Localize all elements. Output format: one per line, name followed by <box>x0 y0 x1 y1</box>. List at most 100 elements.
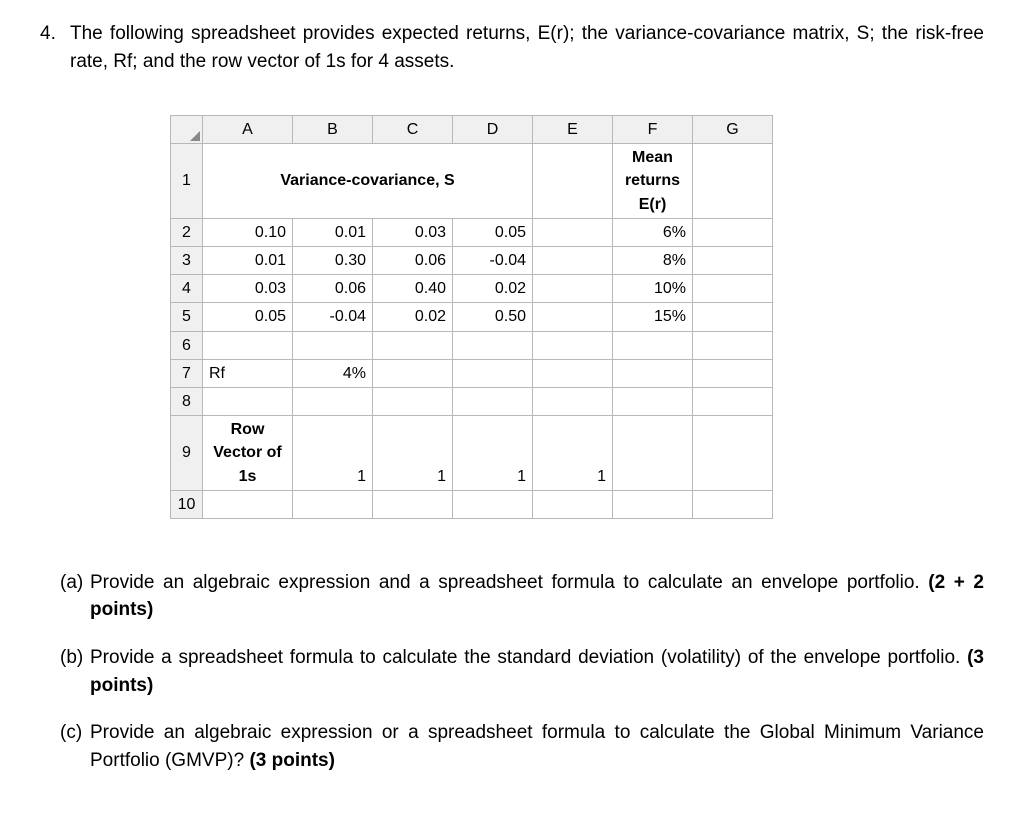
col-header-b: B <box>293 116 373 144</box>
cell-c4: 0.40 <box>373 275 453 303</box>
cell-c7 <box>373 359 453 387</box>
row-header-1: 1 <box>171 144 203 219</box>
cell-b5: -0.04 <box>293 303 373 331</box>
cell-e8 <box>533 387 613 415</box>
cell-c5: 0.02 <box>373 303 453 331</box>
cell-e7 <box>533 359 613 387</box>
row-header-6: 6 <box>171 331 203 359</box>
sub-question-b: (b) Provide a spreadsheet formula to cal… <box>60 644 984 699</box>
spreadsheet-table: A B C D E F G 1 Variance-covariance, S M… <box>170 115 773 519</box>
cell-c8 <box>373 387 453 415</box>
cell-e5 <box>533 303 613 331</box>
cell-a10 <box>203 490 293 518</box>
sub-label-b: (b) <box>60 644 90 672</box>
row-header-8: 8 <box>171 387 203 415</box>
cell-f8 <box>613 387 693 415</box>
cell-e6 <box>533 331 613 359</box>
row-header-2: 2 <box>171 218 203 246</box>
cell-g6 <box>693 331 773 359</box>
cell-d6 <box>453 331 533 359</box>
cell-d10 <box>453 490 533 518</box>
cell-g2 <box>693 218 773 246</box>
cell-d7 <box>453 359 533 387</box>
variance-header: Variance-covariance, S <box>203 144 533 219</box>
cell-d4: 0.02 <box>453 275 533 303</box>
cell-b6 <box>293 331 373 359</box>
cell-f7 <box>613 359 693 387</box>
cell-d3: -0.04 <box>453 247 533 275</box>
sub-text-b: Provide a spreadsheet formula to calcula… <box>90 644 984 699</box>
cell-b2: 0.01 <box>293 218 373 246</box>
table-row: 9 Row Vector of 1s 1 1 1 1 <box>171 416 773 491</box>
sub-label-c: (c) <box>60 719 90 747</box>
cell-d2: 0.05 <box>453 218 533 246</box>
cell-b3: 0.30 <box>293 247 373 275</box>
cell-e2 <box>533 218 613 246</box>
table-row: 7 Rf 4% <box>171 359 773 387</box>
cell-a9: Row Vector of 1s <box>203 416 293 491</box>
sub-question-a: (a) Provide an algebraic expression and … <box>60 569 984 624</box>
spreadsheet-container: A B C D E F G 1 Variance-covariance, S M… <box>170 115 984 519</box>
question-number: 4. <box>40 20 64 48</box>
row-vector-label-1: Row <box>231 421 265 438</box>
cell-a6 <box>203 331 293 359</box>
cell-c6 <box>373 331 453 359</box>
row-header-4: 4 <box>171 275 203 303</box>
cell-f2: 6% <box>613 218 693 246</box>
cell-d5: 0.50 <box>453 303 533 331</box>
returns-label: returns <box>625 172 680 189</box>
cell-f10 <box>613 490 693 518</box>
sub-question-c: (c) Provide an algebraic expression or a… <box>60 719 984 774</box>
table-row: 3 0.01 0.30 0.06 -0.04 8% <box>171 247 773 275</box>
row-header-10: 10 <box>171 490 203 518</box>
cell-a4: 0.03 <box>203 275 293 303</box>
sub-text-a: Provide an algebraic expression and a sp… <box>90 569 984 624</box>
table-row: 10 <box>171 490 773 518</box>
cell-g4 <box>693 275 773 303</box>
row-header-9: 9 <box>171 416 203 491</box>
cell-f4: 10% <box>613 275 693 303</box>
question-header: 4. The following spreadsheet provides ex… <box>40 20 984 75</box>
cell-a3: 0.01 <box>203 247 293 275</box>
cell-b4: 0.06 <box>293 275 373 303</box>
cell-f9 <box>613 416 693 491</box>
row-vector-label-3: 1s <box>239 468 257 485</box>
er-label: E(r) <box>639 196 667 213</box>
sub-label-a: (a) <box>60 569 90 597</box>
cell-d9: 1 <box>453 416 533 491</box>
cell-g5 <box>693 303 773 331</box>
sub-text-b-body: Provide a spreadsheet formula to calcula… <box>90 647 967 668</box>
sub-text-a-body: Provide an algebraic expression and a sp… <box>90 572 928 593</box>
table-row: 1 Variance-covariance, S Mean returns E(… <box>171 144 773 219</box>
cell-b10 <box>293 490 373 518</box>
cell-d8 <box>453 387 533 415</box>
table-row: 6 <box>171 331 773 359</box>
cell-f5: 15% <box>613 303 693 331</box>
table-row: 8 <box>171 387 773 415</box>
cell-f3: 8% <box>613 247 693 275</box>
cell-a2: 0.10 <box>203 218 293 246</box>
row-vector-label-2: Vector of <box>213 444 281 461</box>
table-row: 5 0.05 -0.04 0.02 0.50 15% <box>171 303 773 331</box>
col-header-g: G <box>693 116 773 144</box>
cell-c3: 0.06 <box>373 247 453 275</box>
column-header-row: A B C D E F G <box>171 116 773 144</box>
cell-g8 <box>693 387 773 415</box>
row-header-5: 5 <box>171 303 203 331</box>
sub-text-c: Provide an algebraic expression or a spr… <box>90 719 984 774</box>
sub-text-c-body: Provide an algebraic expression or a spr… <box>90 722 984 771</box>
points-c: (3 points) <box>249 750 335 771</box>
cell-f6 <box>613 331 693 359</box>
cell-g1 <box>693 144 773 219</box>
cell-a7: Rf <box>203 359 293 387</box>
corner-cell <box>171 116 203 144</box>
col-header-a: A <box>203 116 293 144</box>
col-header-e: E <box>533 116 613 144</box>
cell-e10 <box>533 490 613 518</box>
cell-c2: 0.03 <box>373 218 453 246</box>
cell-g10 <box>693 490 773 518</box>
mean-label: Mean <box>632 149 673 166</box>
cell-g3 <box>693 247 773 275</box>
sub-questions: (a) Provide an algebraic expression and … <box>40 569 984 774</box>
question-text: The following spreadsheet provides expec… <box>70 20 984 75</box>
